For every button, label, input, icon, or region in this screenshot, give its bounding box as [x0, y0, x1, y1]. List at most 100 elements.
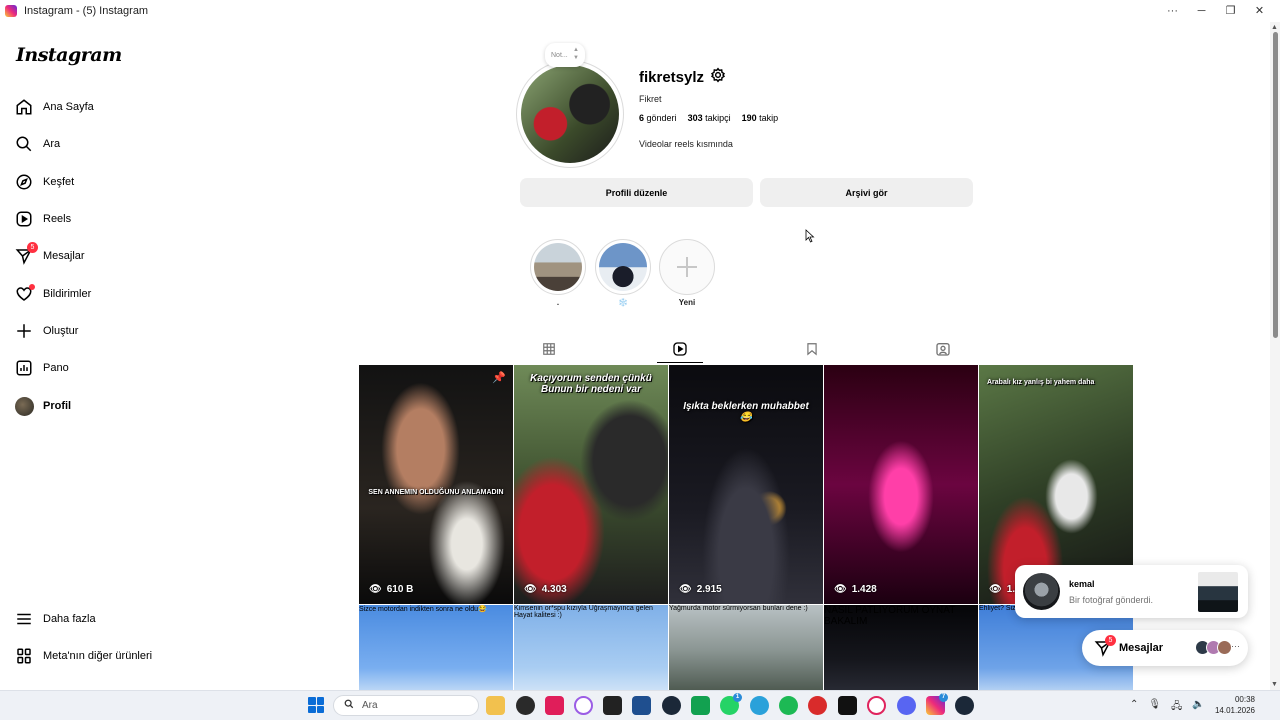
reel-thumbnail[interactable]: Kimsenin or*spu kızıyla Uğraşmayınca gel… [514, 605, 668, 695]
profile-picture[interactable] [516, 60, 624, 168]
search-icon [14, 134, 34, 154]
windows-start-icon[interactable] [308, 697, 324, 713]
messages-bar[interactable]: 5 Mesajlar ··· [1082, 630, 1248, 666]
gear-icon[interactable] [710, 67, 726, 88]
store-icon[interactable] [632, 696, 651, 715]
sidebar: Instagram Ana Sayfa Ara Keşfet Reels 5 M… [0, 22, 200, 690]
sidebar-item-explore[interactable]: Keşfet [14, 170, 74, 194]
reel-views: 👁 2.915 [679, 584, 722, 595]
title-bar: Instagram - (5) Instagram ··· ─ ❐ ✕ [0, 0, 1280, 22]
telegram-icon[interactable] [750, 696, 769, 715]
plus-icon [677, 257, 697, 277]
tab-reels[interactable] [657, 340, 703, 363]
minimize-button[interactable]: ─ [1187, 0, 1216, 22]
sidebar-item-search[interactable]: Ara [14, 132, 60, 156]
messenger-icon: 5 [1094, 635, 1116, 657]
maximize-button[interactable]: ❐ [1216, 0, 1245, 22]
sidebar-item-meta[interactable]: Meta'nın diğer ürünleri [14, 644, 152, 668]
opera-gx-icon[interactable] [574, 696, 593, 715]
play-icon: 👁 [369, 584, 382, 595]
story-highlight[interactable]: ❄️ [594, 239, 652, 307]
reel-thumbnail[interactable]: Işıkta beklerken muhabbet 😂 👁 2.915 [669, 365, 823, 604]
sidebar-item-create[interactable]: Oluştur [14, 319, 78, 343]
new-highlight-button[interactable]: Yeni [658, 239, 716, 307]
steam-icon[interactable] [662, 696, 681, 715]
window-menu-button[interactable]: ··· [1158, 0, 1187, 22]
reel-thumbnail[interactable]: Kaçıyorum senden çünkü Bunun bir nedeni … [514, 365, 668, 604]
reel-caption: Arabalı kız yanlış bi yahem daha [987, 379, 1095, 386]
sidebar-item-label: Bildirimler [43, 288, 92, 300]
taskbar-search[interactable]: Ara [333, 695, 479, 716]
reel-thumbnail[interactable]: Yağmurda motor sürmiyorsan bunları dene … [669, 605, 823, 695]
username-row: fikretsylz [639, 67, 726, 88]
tab-posts[interactable] [540, 340, 558, 358]
network-icon: 🖧 [1171, 701, 1183, 712]
note-bubble[interactable]: Not... ▲ ▼ [545, 43, 585, 67]
play-icon: 👁 [524, 584, 537, 595]
spotify-icon[interactable] [779, 696, 798, 715]
discord-icon[interactable] [897, 696, 916, 715]
close-button[interactable]: ✕ [1245, 0, 1274, 22]
dashboard-icon [14, 358, 34, 378]
notification-dot [29, 284, 35, 290]
whatsapp-icon[interactable]: 1 [720, 693, 742, 715]
reel-views: 👁 610 B [369, 584, 414, 595]
bio: Videolar reels kısmında [639, 139, 733, 149]
sidebar-item-notifications[interactable]: Bildirimler [14, 282, 91, 306]
opera-icon[interactable] [867, 696, 886, 715]
taskbar-clock[interactable]: 00:38 14.01.2026 [1210, 694, 1255, 716]
reel-thumbnail[interactable]: NASIL PATLIYORUM OYNAT BAKALIM [824, 605, 978, 695]
steam-icon[interactable] [955, 696, 974, 715]
posts-count: 6 gönderi [639, 113, 677, 123]
sidebar-item-label: Pano [43, 362, 69, 374]
profile-stats: 6 gönderi 303 takipçi 190 takip [639, 113, 778, 123]
home-icon [14, 97, 34, 117]
sidebar-item-label: Ara [43, 138, 61, 150]
edit-profile-button[interactable]: Profili düzenle [520, 178, 753, 207]
clock-time: 00:38 [1234, 695, 1255, 704]
sidebar-item-more[interactable]: Daha fazla [14, 607, 96, 631]
message-notification[interactable]: kemal Bir fotoğraf gönderdi. [1015, 565, 1248, 618]
chrome-icon[interactable] [516, 696, 535, 715]
sidebar-item-label: Keşfet [43, 176, 75, 188]
sidebar-item-messages[interactable]: 5 Mesajlar [14, 242, 85, 268]
capcut-editor-icon[interactable] [603, 696, 622, 715]
reel-caption: SEN ANNEMIN OLDUĞUNU ANLAMADIN [368, 489, 504, 496]
reel-caption: Işıkta beklerken muhabbet 😂 [683, 401, 809, 423]
instagram-icon[interactable]: 7 [926, 693, 948, 715]
followers-count[interactable]: 303 takipçi [688, 113, 731, 123]
app-icon[interactable] [808, 696, 827, 715]
tab-saved[interactable] [803, 340, 821, 358]
reel-thumbnail[interactable]: 📌 SEN ANNEMIN OLDUĞUNU ANLAMADIN 👁 610 B [359, 365, 513, 604]
game-icon[interactable] [691, 696, 710, 715]
reels-grid: 📌 SEN ANNEMIN OLDUĞUNU ANLAMADIN 👁 610 B … [359, 365, 1134, 695]
file-explorer-icon[interactable] [486, 696, 505, 715]
tab-tagged[interactable] [934, 340, 952, 358]
pin-icon: 📌 [492, 372, 506, 384]
sidebar-item-dashboard[interactable]: Pano [14, 356, 69, 380]
reel-caption: Yağmurda motor sürmiyorsan bunları dene … [669, 605, 808, 612]
view-archive-button[interactable]: Arşivi gör [760, 178, 973, 207]
tiktok-icon[interactable] [838, 696, 857, 715]
reel-views: 👁 4.303 [524, 584, 567, 595]
sidebar-item-home[interactable]: Ana Sayfa [14, 95, 94, 119]
sidebar-item-reels[interactable]: Reels [14, 207, 71, 231]
capcut-icon[interactable] [545, 696, 564, 715]
system-tray[interactable]: ⌃ 🎙 🖧 🔈 [1130, 699, 1205, 716]
messages-badge: 5 [27, 242, 38, 253]
sidebar-item-label: Daha fazla [43, 613, 96, 625]
sidebar-item-profile[interactable]: Profil [14, 394, 71, 418]
story-highlight[interactable]: . [529, 239, 587, 307]
highlight-label: . [556, 298, 560, 307]
reel-thumbnail[interactable]: Sizce motordan indikten sonra ne oldu😂 [359, 605, 513, 695]
sidebar-item-label: Meta'nın diğer ürünleri [43, 650, 153, 662]
reel-thumbnail[interactable]: 👁 1.428 [824, 365, 978, 604]
heart-icon [14, 284, 35, 304]
scroll-thumb[interactable] [1273, 32, 1278, 338]
grid-icon [543, 343, 555, 355]
note-placeholder: Not... [551, 51, 568, 59]
tagged-user-icon [936, 343, 950, 356]
following-count[interactable]: 190 takip [742, 113, 779, 123]
page-scrollbar[interactable]: ▲ ▼ [1270, 22, 1280, 690]
instagram-logo[interactable]: Instagram [16, 44, 122, 66]
